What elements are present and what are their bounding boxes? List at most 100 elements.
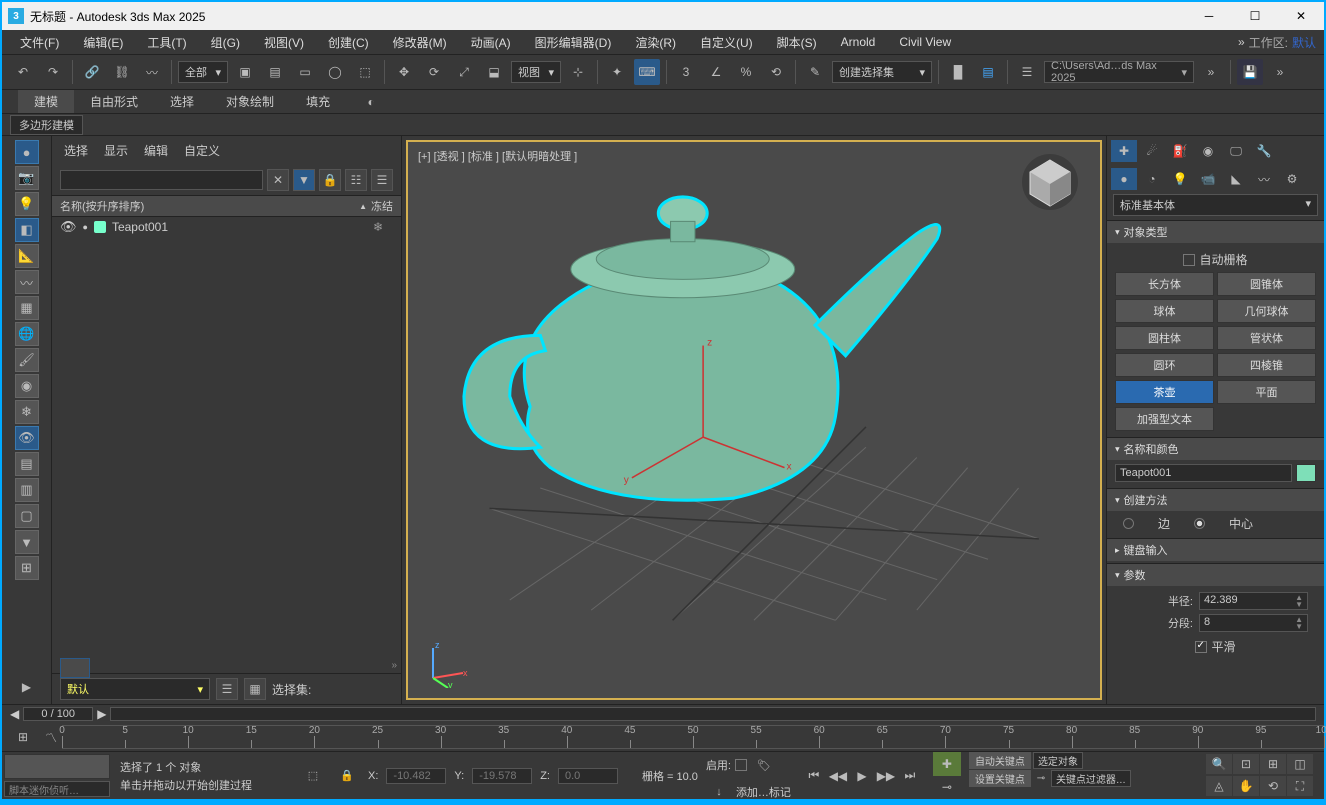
key-mode-icon[interactable]: ✚ <box>933 752 961 776</box>
menu-edit[interactable]: 编辑(E) <box>73 32 133 53</box>
key-icon[interactable]: ⊸ <box>1033 772 1049 786</box>
goto-end-icon[interactable]: ⏭ <box>899 765 921 787</box>
bind-spacewarp-button[interactable]: 〰 <box>139 59 165 85</box>
freeze-toggle[interactable]: ❄ <box>373 220 393 234</box>
autokey-button[interactable]: 自动关键点 <box>969 752 1031 769</box>
object-name-input[interactable]: Teapot001 <box>1115 464 1292 482</box>
keyfilter-button[interactable]: 关键点过滤器… <box>1051 770 1131 787</box>
geometry-subtab-icon[interactable]: ● <box>1111 168 1137 190</box>
left-hierarchy-icon[interactable]: ⊞ <box>15 556 39 580</box>
scene-tab-edit[interactable]: 编辑 <box>144 142 168 159</box>
goto-start-icon[interactable]: ⏮ <box>803 765 825 787</box>
zoom-icon[interactable]: 🔍 <box>1206 754 1232 774</box>
menu-file[interactable]: 文件(F) <box>10 32 69 53</box>
unlink-button[interactable]: ⛓ <box>109 59 135 85</box>
ribbon-tab-populate[interactable]: 填充 <box>290 90 346 113</box>
prim-cone[interactable]: 圆锥体 <box>1217 272 1316 296</box>
motion-tab-icon[interactable]: ◉ <box>1195 140 1221 162</box>
left-sphere-icon[interactable]: ● <box>15 140 39 164</box>
menu-animation[interactable]: 动画(A) <box>461 32 521 53</box>
ref-coord-dropdown[interactable]: 视图▾ <box>511 61 561 83</box>
timeline-config-icon[interactable]: ⊞ <box>10 724 36 750</box>
scene-clear-icon[interactable]: ✕ <box>267 169 289 191</box>
toolbar-overflow[interactable]: » <box>1198 59 1224 85</box>
rollout-keyboard[interactable]: 键盘输入 <box>1107 538 1324 561</box>
menu-group[interactable]: 组(G) <box>201 32 250 53</box>
script-output[interactable] <box>4 754 110 779</box>
layer-explorer-button[interactable]: ☰ <box>1014 59 1040 85</box>
isolate-icon[interactable]: ⬚ <box>300 763 326 789</box>
scene-tab-customize[interactable]: 自定义 <box>184 142 220 159</box>
prim-plane[interactable]: 平面 <box>1217 380 1316 404</box>
rollout-namecolor[interactable]: 名称和颜色 <box>1107 437 1324 460</box>
segments-spinner[interactable]: 8▲▼ <box>1199 614 1308 632</box>
script-input[interactable]: 脚本迷你侦听… <box>4 781 110 797</box>
select-button[interactable]: ▣ <box>232 59 258 85</box>
menu-create[interactable]: 创建(C) <box>318 32 379 53</box>
orbit-icon[interactable]: ⟲ <box>1260 776 1286 796</box>
zoom-all-icon[interactable]: ⊡ <box>1233 754 1259 774</box>
prim-textplus[interactable]: 加强型文本 <box>1115 407 1214 431</box>
place-button[interactable]: ⬓ <box>481 59 507 85</box>
scene-tab-select[interactable]: 选择 <box>64 142 88 159</box>
prim-sphere[interactable]: 球体 <box>1115 299 1214 323</box>
object-color-swatch[interactable] <box>1296 464 1316 482</box>
category-dropdown[interactable]: 标准基本体▾ <box>1113 194 1318 216</box>
utilities-tab-icon[interactable]: 🔧 <box>1251 140 1277 162</box>
poly-modeling-button[interactable]: 多边形建模 <box>10 115 83 135</box>
prim-box[interactable]: 长方体 <box>1115 272 1214 296</box>
play-icon[interactable]: ▶ <box>14 674 40 700</box>
left-film-icon[interactable]: ◧ <box>15 218 39 242</box>
scale-button[interactable]: ⤢ <box>451 59 477 85</box>
rollout-creationmethod[interactable]: 创建方法 <box>1107 488 1324 511</box>
prim-tube[interactable]: 管状体 <box>1217 326 1316 350</box>
shapes-subtab-icon[interactable]: ◔ <box>1139 168 1165 190</box>
slider-prev-icon[interactable]: ◀ <box>10 707 19 721</box>
display-tab-icon[interactable]: 🖵 <box>1223 140 1249 162</box>
viewport[interactable]: [+] [透视 ] [标准 ] [默认明暗处理 ] <box>406 140 1102 700</box>
left-wave-icon[interactable]: 〰 <box>15 270 39 294</box>
selection-set-dropdown[interactable]: 创建选择集▾ <box>832 61 932 83</box>
play-icon[interactable]: ▶ <box>851 765 873 787</box>
menu-scripting[interactable]: 脚本(S) <box>767 32 827 53</box>
menu-civilview[interactable]: Civil View <box>889 33 961 51</box>
prev-frame-icon[interactable]: ◀◀ <box>827 765 849 787</box>
scene-lock-icon[interactable]: 🔒 <box>319 169 341 191</box>
radio-edge[interactable] <box>1123 518 1134 529</box>
time-slider[interactable] <box>110 707 1316 721</box>
left-folder-icon[interactable]: ▢ <box>15 504 39 528</box>
left-camera-icon[interactable]: 📷 <box>15 166 39 190</box>
autokey-target[interactable]: 选定对象 <box>1033 752 1083 769</box>
ribbon-tab-selection[interactable]: 选择 <box>154 90 210 113</box>
zoom-extents-all-icon[interactable]: ◫ <box>1287 754 1313 774</box>
radius-spinner[interactable]: 42.389▲▼ <box>1199 592 1308 610</box>
circle-region-button[interactable]: ◯ <box>322 59 348 85</box>
left-globe-icon[interactable]: 🌐 <box>15 322 39 346</box>
expand-icon[interactable]: ● <box>83 222 88 232</box>
menu-grapheditors[interactable]: 图形编辑器(D) <box>525 32 622 53</box>
project-path[interactable]: C:\Users\Ad…ds Max 2025▾ <box>1044 61 1194 83</box>
scene-search-input[interactable] <box>60 170 263 190</box>
viewcube-icon[interactable] <box>1020 152 1080 212</box>
prim-teapot[interactable]: 茶壶 <box>1115 380 1214 404</box>
left-eye-icon[interactable]: 👁 <box>15 426 39 450</box>
left-brush-icon[interactable]: 🖌 <box>15 348 39 372</box>
left-target-icon[interactable]: ◉ <box>15 374 39 398</box>
edit-selset-button[interactable]: ✎ <box>802 59 828 85</box>
prim-geosphere[interactable]: 几何球体 <box>1217 299 1316 323</box>
smooth-checkbox[interactable] <box>1195 641 1207 653</box>
marker-icon[interactable]: ↓ <box>706 779 732 805</box>
rollout-objecttype[interactable]: 对象类型 <box>1107 220 1324 243</box>
visibility-icon[interactable]: 👁 <box>60 219 77 235</box>
slider-next-icon[interactable]: ▶ <box>97 707 106 721</box>
scene-tab-display[interactable]: 显示 <box>104 142 128 159</box>
fence-region-button[interactable]: ⬚ <box>352 59 378 85</box>
spacewarps-subtab-icon[interactable]: 〰 <box>1251 168 1277 190</box>
prim-cylinder[interactable]: 圆柱体 <box>1115 326 1214 350</box>
rect-region-button[interactable]: ▭ <box>292 59 318 85</box>
rotate-button[interactable]: ⟳ <box>421 59 447 85</box>
left-grid-icon[interactable]: ▦ <box>15 296 39 320</box>
prim-torus[interactable]: 圆环 <box>1115 353 1214 377</box>
tag-icon[interactable]: 🏷 <box>751 752 777 778</box>
y-coord[interactable]: -19.578 <box>472 768 532 784</box>
